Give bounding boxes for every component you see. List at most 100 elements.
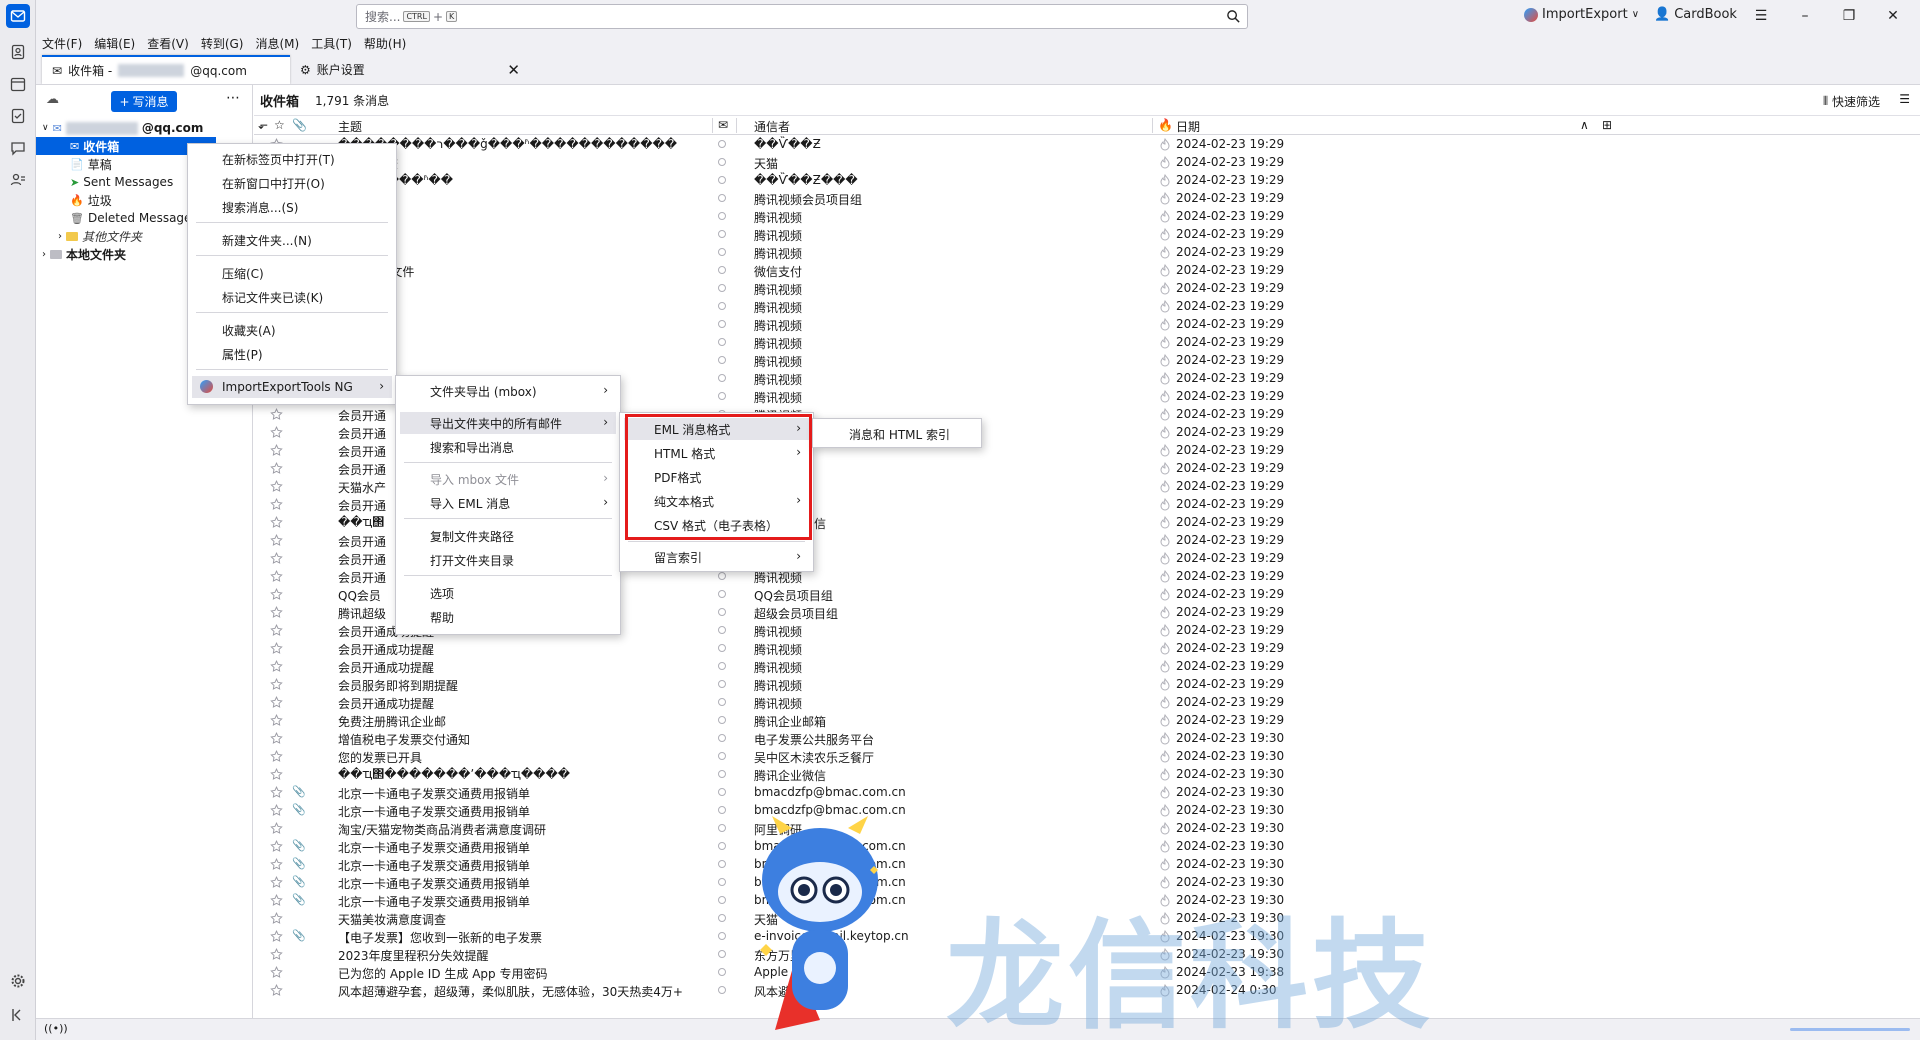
table-row[interactable]: 📎 【电子发票】您收到一张新的电子发票 e-invoice@mail.keytop.… — [254, 928, 1920, 946]
menu-import-mbox[interactable]: 导入 mbox 文件 › — [400, 468, 616, 490]
read-status-icon[interactable] — [718, 392, 726, 400]
read-column-icon[interactable]: ✉ — [718, 118, 728, 132]
read-status-icon[interactable] — [718, 644, 726, 652]
collapse-sidebar-icon[interactable] — [6, 1003, 30, 1027]
menu-text-format[interactable]: 纯文本格式 › — [624, 490, 809, 512]
junk-status-icon[interactable] — [1160, 138, 1170, 151]
address-book-icon[interactable] — [6, 40, 30, 64]
calendar-icon[interactable] — [6, 72, 30, 96]
junk-status-icon[interactable] — [1160, 246, 1170, 259]
star-icon[interactable] — [270, 588, 283, 601]
star-icon[interactable] — [270, 426, 283, 439]
read-status-icon[interactable] — [718, 698, 726, 706]
account-row[interactable]: ∨ ✉ @qq.com — [42, 119, 203, 137]
tab-inbox[interactable]: ✉ 收件箱 - @qq.com — [42, 55, 290, 84]
display-options-icon[interactable]: ☰ — [1899, 92, 1910, 106]
table-row[interactable]: 已为您的 Apple ID 生成 App 专用密码 Apple 2024-02-23… — [254, 964, 1920, 982]
menu-export-all-messages[interactable]: 导出文件夹中的所有邮件 › — [400, 412, 616, 434]
table-row[interactable]: 成功提醒腾讯视频2024-02-23 19:29 — [254, 280, 1920, 298]
menu-eml-format[interactable]: EML 消息格式 › — [624, 418, 809, 440]
read-status-icon[interactable] — [718, 770, 726, 778]
column-subject[interactable]: 主题 — [338, 118, 362, 135]
table-row[interactable]: 成功提醒腾讯视频2024-02-23 19:29 — [254, 226, 1920, 244]
read-status-icon[interactable] — [718, 680, 726, 688]
junk-status-icon[interactable] — [1160, 822, 1170, 835]
junk-status-icon[interactable] — [1160, 696, 1170, 709]
column-date[interactable]: 日期 — [1176, 118, 1200, 135]
junk-status-icon[interactable] — [1160, 264, 1170, 277]
junk-status-icon[interactable] — [1160, 354, 1170, 367]
read-status-icon[interactable] — [718, 320, 726, 328]
table-row[interactable]: 增值税电子发票交付通知 电子发票公共服务平台 2024-02-23 19:30 — [254, 730, 1920, 748]
table-row[interactable]: 成功提醒腾讯视频2024-02-23 19:29 — [254, 316, 1920, 334]
junk-status-icon[interactable] — [1160, 498, 1170, 511]
menu-properties[interactable]: 属性(P) — [192, 343, 392, 365]
menu-compact[interactable]: 压缩(C) — [192, 262, 392, 284]
read-status-icon[interactable] — [718, 842, 726, 850]
junk-status-icon[interactable] — [1160, 444, 1170, 457]
table-row[interactable]: 满意度调查天猫2024-02-23 19:29 — [254, 154, 1920, 172]
junk-status-icon[interactable] — [1160, 894, 1170, 907]
junk-status-icon[interactable] — [1160, 426, 1170, 439]
star-icon[interactable] — [270, 606, 283, 619]
star-icon[interactable] — [270, 912, 283, 925]
table-row[interactable]: 📎 北京一卡通电子发票交通费用报销单 bmacdzfp@bmac.com.cn 202… — [254, 874, 1920, 892]
junk-status-icon[interactable] — [1160, 984, 1170, 997]
menu-message[interactable]: 消息(M) — [255, 35, 299, 52]
table-row[interactable]: 您的发票已开具 吴中区木渎农乐乏餐厅 2024-02-23 19:30 — [254, 748, 1920, 766]
junk-status-icon[interactable] — [1160, 570, 1170, 583]
star-icon[interactable] — [270, 444, 283, 457]
table-row[interactable]: 📎 北京一卡通电子发票交通费用报销单 bmacdzfp@bmac.com.cn 202… — [254, 838, 1920, 856]
junk-status-icon[interactable] — [1160, 588, 1170, 601]
junk-status-icon[interactable] — [1160, 678, 1170, 691]
read-status-icon[interactable] — [718, 896, 726, 904]
star-icon[interactable] — [270, 516, 283, 529]
read-status-icon[interactable] — [718, 806, 726, 814]
star-icon[interactable] — [270, 822, 283, 835]
read-status-icon[interactable] — [718, 176, 726, 184]
quick-filter-button[interactable]: ⫴ 快速筛选 — [1823, 93, 1880, 110]
read-status-icon[interactable] — [718, 986, 726, 994]
star-icon[interactable] — [270, 840, 283, 853]
read-status-icon[interactable] — [718, 194, 726, 202]
table-row[interactable]: 成功提醒腾讯视频2024-02-23 19:29 — [254, 208, 1920, 226]
menu-file[interactable]: 文件(F) — [42, 35, 82, 52]
star-icon[interactable] — [270, 714, 283, 727]
star-icon[interactable] — [270, 750, 283, 763]
menu-importexport[interactable]: ImportExportTools NG › — [192, 376, 392, 398]
read-status-icon[interactable] — [718, 626, 726, 634]
table-row[interactable]: 会员开通成功提醒 腾讯视频 2024-02-23 19:29 — [254, 658, 1920, 676]
junk-status-icon[interactable] — [1160, 282, 1170, 295]
close-tab-icon[interactable]: ✕ — [507, 61, 520, 79]
table-row[interactable]: ��ҵ΢�������ʼ���ҵ���� 腾讯企业微信 2024-02-23 19:… — [254, 766, 1920, 784]
settings-gear-icon[interactable] — [6, 969, 30, 993]
star-icon[interactable] — [270, 732, 283, 745]
read-status-icon[interactable] — [718, 140, 726, 148]
star-icon[interactable] — [270, 678, 283, 691]
tasks-icon[interactable] — [6, 104, 30, 128]
table-row[interactable]: 2023年度里程积分失效提醒 东方万里行 2024-02-23 19:30 — [254, 946, 1920, 964]
get-messages-icon[interactable]: ☁ — [46, 92, 59, 107]
menu-csv-format[interactable]: CSV 格式（电子表格） — [624, 514, 809, 536]
read-status-icon[interactable] — [718, 788, 726, 796]
menu-tools[interactable]: 工具(T) — [311, 35, 352, 52]
chat-icon[interactable] — [6, 136, 30, 160]
junk-status-icon[interactable] — [1160, 210, 1170, 223]
read-status-icon[interactable] — [718, 752, 726, 760]
folder-drafts[interactable]: 📄 草稿 — [70, 155, 112, 173]
star-icon[interactable] — [270, 408, 283, 421]
table-row[interactable]: ���ǽ���ʱ����Ѷ��Ƶ���2024-02-23 19:29 — [254, 172, 1920, 190]
star-icon[interactable] — [270, 642, 283, 655]
search-icon[interactable] — [1226, 9, 1241, 24]
star-icon[interactable] — [270, 498, 283, 511]
star-icon[interactable] — [270, 786, 283, 799]
read-status-icon[interactable] — [718, 266, 726, 274]
star-icon[interactable] — [270, 534, 283, 547]
menu-export-mbox[interactable]: 文件夹导出 (mbox) › — [400, 380, 616, 402]
junk-status-icon[interactable] — [1160, 858, 1170, 871]
table-row[interactable]: 📎 北京一卡通电子发票交通费用报销单 bmacdzfp@bmac.com.cn 202… — [254, 802, 1920, 820]
table-row[interactable]: 📎 北京一卡通电子发票交通费用报销单 bmacdzfp@bmac.com.cn 202… — [254, 892, 1920, 910]
more-options-icon[interactable]: ⋯ — [226, 90, 240, 106]
folder-sent[interactable]: ➤ Sent Messages — [70, 173, 173, 191]
search-input[interactable]: 搜索... CTRL + K — [356, 4, 1248, 29]
